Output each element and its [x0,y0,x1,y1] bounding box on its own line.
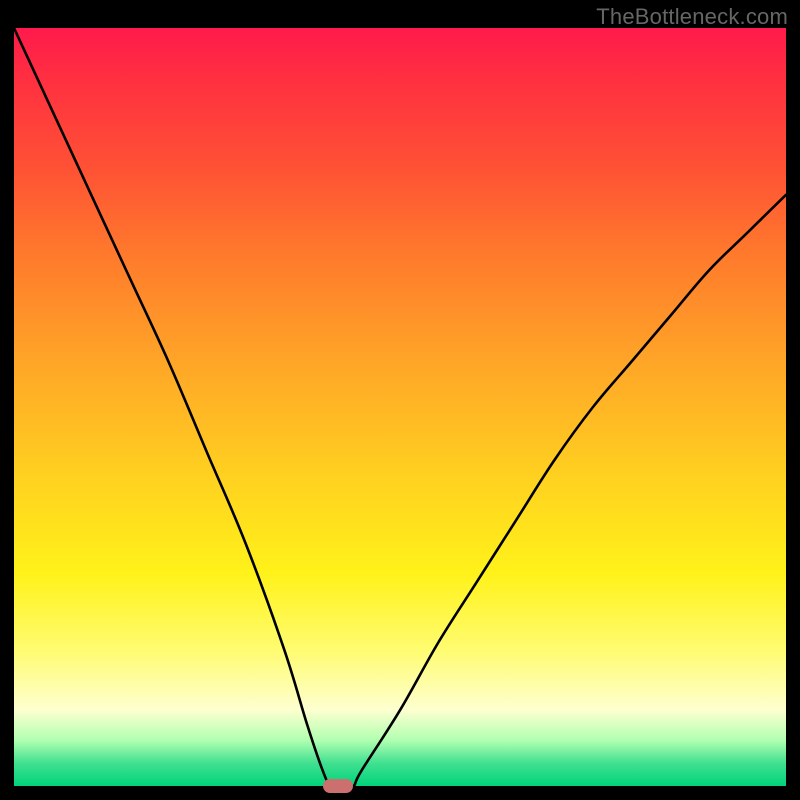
plot-area [14,28,786,786]
curve-svg [14,28,786,786]
optimum-marker [323,779,353,793]
bottleneck-curve-path [14,28,786,786]
chart-frame: TheBottleneck.com [0,0,800,800]
watermark-text: TheBottleneck.com [596,4,788,30]
